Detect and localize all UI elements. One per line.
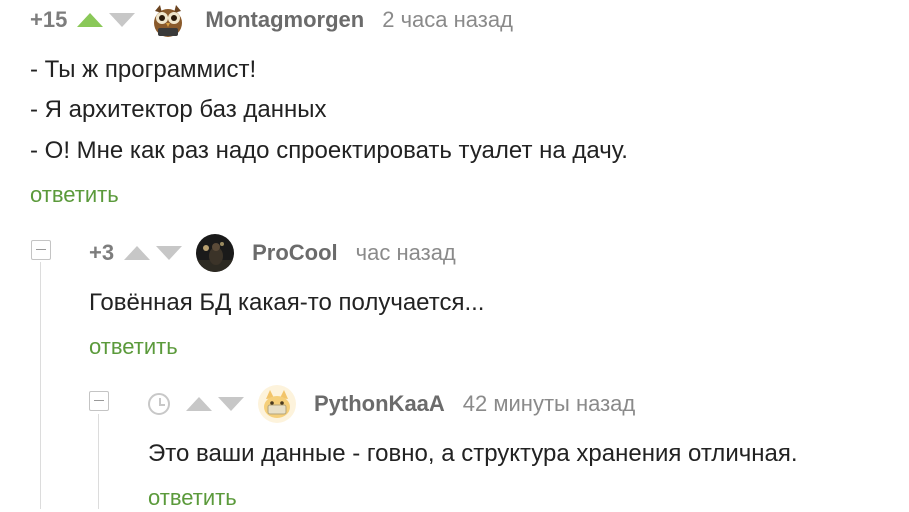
clock-icon xyxy=(148,393,170,415)
comment-rating: +3 xyxy=(89,240,115,265)
comment-rating: +15 xyxy=(30,7,68,32)
avatar-cat-icon[interactable] xyxy=(258,385,296,423)
comment-text-line: Говённая БД какая-то получается... xyxy=(89,289,485,316)
thread-line-level-1 xyxy=(40,262,41,509)
avatar-photo-icon[interactable] xyxy=(196,234,235,272)
comment-timestamp[interactable]: 2 часа назад xyxy=(382,7,513,33)
collapse-thread-button[interactable] xyxy=(31,240,51,260)
comment-text-line: - Я архитектор баз данных xyxy=(30,96,327,123)
downvote-icon[interactable] xyxy=(156,246,183,260)
comment-timestamp[interactable]: час назад xyxy=(356,240,456,266)
comment-text-line: - Ты ж программист! xyxy=(30,56,257,83)
comment-header: +3 ProCool час назад xyxy=(89,233,456,273)
reply-link[interactable]: ответить xyxy=(30,181,119,209)
thread-line-level-2 xyxy=(98,414,99,509)
reply-link[interactable]: ответить xyxy=(148,484,237,512)
upvote-icon[interactable] xyxy=(124,246,151,260)
collapse-thread-button[interactable] xyxy=(89,391,109,411)
comment-text-line: Это ваши данные - говно, а структура хра… xyxy=(148,440,798,467)
comment-header: PythonKaaA 42 минуты назад xyxy=(148,384,635,424)
comment-header: +15 Montagmorgen 2 часа назад xyxy=(30,0,513,40)
reply-link[interactable]: ответить xyxy=(89,333,178,361)
downvote-icon[interactable] xyxy=(109,13,136,27)
comment-username[interactable]: Montagmorgen xyxy=(205,7,364,33)
avatar-owl-icon[interactable] xyxy=(149,1,188,39)
comment-text-line: - О! Мне как раз надо спроектировать туа… xyxy=(30,137,628,164)
comment-timestamp[interactable]: 42 минуты назад xyxy=(463,391,635,417)
comment-username[interactable]: ProCool xyxy=(252,240,338,266)
downvote-icon[interactable] xyxy=(218,397,244,411)
upvote-icon[interactable] xyxy=(77,13,104,27)
comment-username[interactable]: PythonKaaA xyxy=(314,391,445,417)
upvote-icon[interactable] xyxy=(186,397,212,411)
